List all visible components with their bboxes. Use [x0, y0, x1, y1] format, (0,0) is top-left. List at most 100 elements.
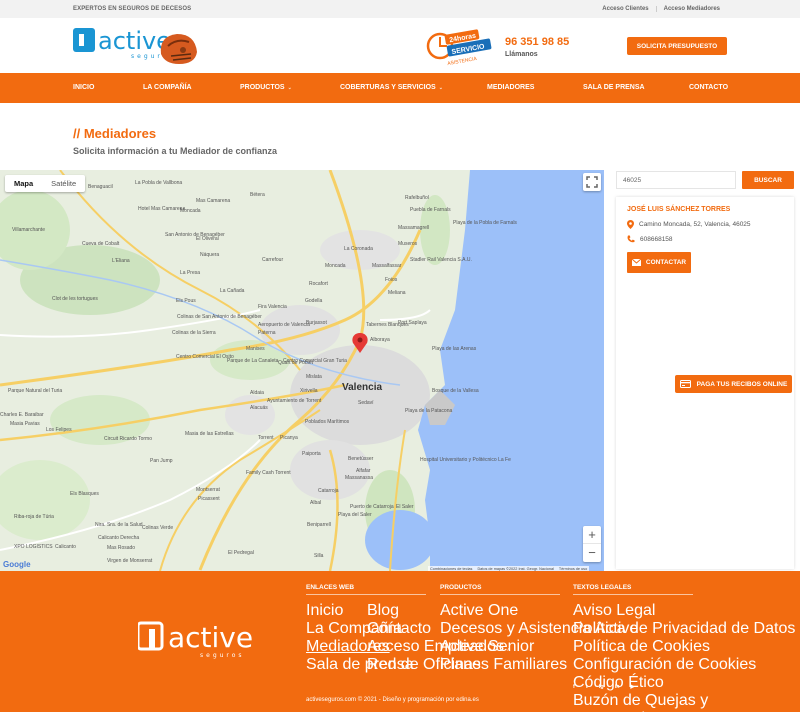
- map-place-label: Poblados Marítimos: [305, 419, 350, 425]
- youtube-icon[interactable]: ▶: [630, 684, 634, 690]
- map-place-label: Mas Camarena: [196, 198, 231, 204]
- instagram-icon[interactable]: ig: [599, 684, 604, 690]
- mediator-access-link[interactable]: Acceso Mediadores: [655, 6, 727, 12]
- map-place-label: El Pedregal: [228, 550, 254, 556]
- map-place-label: Stadler Rail Valencia S.A.U.: [410, 257, 472, 263]
- active-logo[interactable]: active seguros: [73, 24, 203, 70]
- zoom-out-button[interactable]: −: [583, 544, 601, 562]
- map-place-label: Puebla de Farnals: [410, 207, 451, 213]
- map-place-label: Paiporta: [302, 451, 321, 457]
- fullscreen-button[interactable]: [583, 173, 601, 191]
- map-place-label: Hospital Universitario y Politécnico La …: [420, 457, 511, 463]
- map-place-label: Masia de las Estrellas: [185, 431, 234, 437]
- contact-button[interactable]: CONTACTAR: [627, 252, 691, 273]
- map-place-label: Riba-roja de Túria: [14, 514, 54, 520]
- mediator-phone-text: 608668158: [640, 235, 673, 243]
- phone-caption: Llámanos: [505, 51, 538, 58]
- map-place-label: Calicanto Derecha: [98, 535, 140, 541]
- search-button[interactable]: BUSCAR: [742, 171, 794, 189]
- footer-link-cookie-settings[interactable]: Configuración de Cookies: [573, 656, 800, 674]
- linkedin-icon[interactable]: in: [615, 684, 620, 690]
- map-place-label: Benaguacil: [88, 184, 113, 190]
- google-logo[interactable]: Google: [3, 560, 31, 569]
- map-place-label: Montserrat: [196, 487, 220, 493]
- footer-logo[interactable]: active seguros: [136, 619, 268, 664]
- nav-label: INICIO: [73, 84, 95, 91]
- nav-item-inicio[interactable]: INICIO: [73, 84, 94, 91]
- zoom-in-button[interactable]: +: [583, 526, 601, 544]
- copyright: activeseguros.com © 2021 - Diseño y prog…: [306, 697, 479, 703]
- assistance-24h-badge: 24horas SERVICIO ASISTENCIA: [425, 26, 495, 67]
- map-place-label: Mas Rosado: [107, 545, 136, 551]
- map-place-label: Virgen de Monserrat: [107, 558, 153, 564]
- logo-word: active: [98, 27, 171, 55]
- phone-number[interactable]: 96 351 98 85: [505, 36, 569, 48]
- map-place-label: Fira Valencia: [258, 304, 287, 310]
- main-nav: INICIO LA COMPAÑÍA PRODUCTOS ⌄ COBERTURAS…: [0, 73, 800, 103]
- map-place-label: Picassent: [198, 496, 220, 502]
- map-place-label: Clot de les tortugues: [52, 296, 98, 302]
- helmet-icon: [160, 34, 197, 64]
- map-place-label: Alfafar: [356, 468, 371, 474]
- postal-code-input[interactable]: [616, 171, 736, 189]
- footer-link-privacy[interactable]: Política de Privacidad de Datos: [573, 620, 800, 638]
- nav-item-mediators[interactable]: MEDIADORES: [487, 84, 534, 91]
- nav-label: SALA DE PRENSA: [583, 84, 645, 91]
- nav-item-press[interactable]: SALA DE PRENSA: [583, 84, 645, 91]
- nav-label: LA COMPAÑÍA: [143, 84, 192, 91]
- social-links: f t ig in ▶: [573, 684, 635, 690]
- footer-legal-list: Aviso Legal Política de Privacidad de Da…: [573, 602, 800, 712]
- map-type-satellite-button[interactable]: Satélite: [42, 175, 85, 192]
- map-place-label: Els Blasques: [70, 491, 99, 497]
- map-type-map-button[interactable]: Mapa: [5, 175, 42, 192]
- map-place-label: Alboraya: [370, 337, 390, 343]
- map-place-label: Benetússer: [348, 456, 374, 462]
- map-place-label: Paterna: [258, 330, 276, 336]
- mediator-phone[interactable]: 608668158: [627, 235, 673, 243]
- nav-label: PRODUCTOS: [240, 84, 285, 91]
- map-place-label: Sedaví: [358, 400, 374, 406]
- request-quote-button[interactable]: SOLICITA PRESUPUESTO: [627, 37, 727, 55]
- map-place-label: Bosque de la Vallesa: [432, 388, 479, 394]
- map-place-label: Massanassa: [345, 475, 374, 481]
- map-place-label: Aeropuerto de Valencia: [258, 322, 310, 328]
- map-place-label: Hotel Mas Camarena: [138, 206, 186, 212]
- map-place-label: Meliana: [388, 290, 406, 296]
- nav-item-contact[interactable]: CONTACTO: [689, 84, 728, 91]
- page-title: // Mediadores: [73, 126, 157, 141]
- map-place-label: Carrefour: [262, 257, 284, 263]
- map-place-label: La Cañada: [220, 288, 245, 294]
- nav-item-coverage[interactable]: COBERTURAS Y SERVICIOS ⌄: [340, 84, 443, 91]
- map-place-label: El Saler: [396, 504, 414, 510]
- footer-products: PRODUCTOS: [440, 584, 560, 601]
- pay-receipts-label: PAGA TUS RECIBOS ONLINE: [696, 380, 788, 388]
- footer-link-complaints[interactable]: Buzón de Quejas y Sugerencias: [573, 692, 800, 712]
- facebook-icon[interactable]: f: [573, 684, 575, 690]
- client-access-link[interactable]: Acceso Clientes: [595, 6, 655, 12]
- map-graphic: Valencia: [0, 170, 604, 571]
- nav-label: COBERTURAS Y SERVICIOS: [340, 84, 436, 91]
- map-place-label: Picanya: [280, 435, 298, 441]
- map-place-label: Alacuás: [250, 405, 268, 411]
- map-place-label: Albal: [310, 500, 322, 506]
- footer-link-legal-notice[interactable]: Aviso Legal: [573, 602, 800, 620]
- map-place-label: Massamagrell: [398, 225, 430, 231]
- top-bar: EXPERTOS EN SEGUROS DE DECESOS Acceso Cl…: [0, 0, 800, 18]
- nav-item-company[interactable]: LA COMPAÑÍA: [143, 84, 192, 91]
- map-city-label: Valencia: [342, 382, 382, 393]
- footer-link-cookies[interactable]: Política de Cookies: [573, 638, 800, 656]
- twitter-icon[interactable]: t: [586, 684, 588, 690]
- map-place-label: Massalfassar: [372, 263, 402, 269]
- pay-receipts-online-button[interactable]: PAGA TUS RECIBOS ONLINE: [675, 375, 792, 393]
- footer-products-title: PRODUCTOS: [440, 584, 560, 595]
- map-place-label: Charles E. Baraibar: [0, 412, 44, 418]
- map-place-label: La Presa: [180, 270, 201, 276]
- map-place-label: Els Pous: [176, 298, 196, 304]
- map-place-label: Beniparrell: [307, 522, 331, 528]
- nav-item-products[interactable]: PRODUCTOS ⌄: [240, 84, 292, 91]
- nav-label: CONTACTO: [689, 84, 729, 91]
- map-place-label: Centro Comercial Gran Turia: [283, 358, 347, 364]
- map-canvas[interactable]: Valencia Benaguacil La Pobla de Vallbona…: [0, 170, 604, 571]
- map-place-label: Bétera: [250, 192, 265, 198]
- map-place-label: El Oliveral: [196, 236, 219, 242]
